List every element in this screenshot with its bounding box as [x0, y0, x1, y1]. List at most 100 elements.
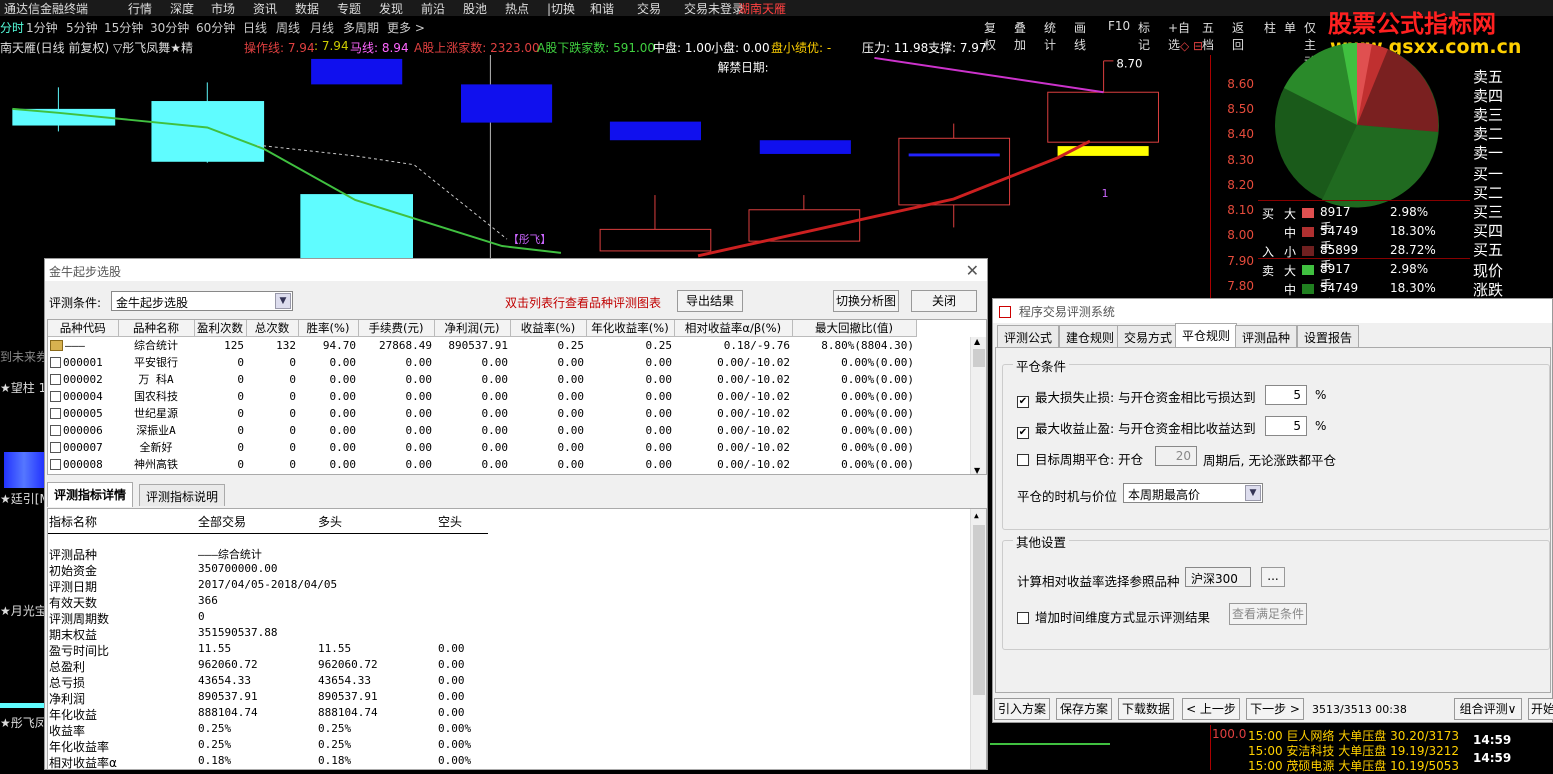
folder-icon[interactable]: [50, 340, 63, 352]
table-row[interactable]: 000004 国农科技 0 0 0.00 0.00 0.00 0.00 0.00 0.00/-10…: [48, 388, 916, 405]
candle: [1047, 91, 1159, 143]
menu-data[interactable]: 数据: [295, 0, 319, 16]
timing-select[interactable]: 本周期最高价 ▼: [1123, 483, 1263, 503]
period-15min[interactable]: 15分钟: [104, 19, 143, 36]
table-row[interactable]: 000005 世纪星源 0 0 0.00 0.00 0.00 0.00 0.00 0.00/-10…: [48, 405, 916, 422]
combo-test-button[interactable]: 组合评测∨: [1454, 698, 1522, 720]
switch-chart-button[interactable]: 切换分析图: [833, 290, 899, 312]
menu-stockpool[interactable]: 热点: [505, 0, 529, 16]
menu-frontier[interactable]: 股池: [463, 0, 487, 16]
dialog-title-bar[interactable]: 程序交易评测系统: [993, 299, 1552, 323]
period-5min[interactable]: 5分钟: [66, 19, 98, 36]
target-period-input[interactable]: 20: [1155, 446, 1197, 466]
menu-discover[interactable]: 发现: [379, 0, 403, 16]
target-period-checkbox[interactable]: 目标周期平仓: 开仓: [1017, 449, 1143, 468]
reference-input[interactable]: 沪深300: [1185, 567, 1251, 587]
col-header[interactable]: 相对收益率α/β(%): [674, 320, 793, 337]
table-row[interactable]: 000001 平安银行 0 0 0.00 0.00 0.00 0.00 0.00 0.00/-10…: [48, 354, 916, 371]
checkbox-icon[interactable]: [50, 459, 61, 470]
tab-close-rule[interactable]: 平仓规则: [1175, 323, 1238, 348]
table-row[interactable]: ——— 综合统计 125 132 94.70 27868.49 890537.91 0.25 0…: [48, 337, 916, 354]
menu-depth[interactable]: 深度: [170, 0, 194, 16]
tab-symbols[interactable]: 评测品种: [1235, 325, 1298, 347]
login-status[interactable]: 湖南天雁: [738, 0, 786, 16]
period-60min[interactable]: 60分钟: [196, 19, 235, 36]
col-header[interactable]: 盈利次数: [194, 320, 247, 337]
tab-description[interactable]: 评测指标说明: [139, 484, 226, 506]
close-icon[interactable]: ✕: [966, 261, 979, 280]
col-header[interactable]: 品种名称: [118, 320, 195, 337]
col-header[interactable]: 收益率(%): [510, 320, 587, 337]
table-row[interactable]: 000008 神州高铁 0 0 0.00 0.00 0.00 0.00 0.00 0.00/-10…: [48, 456, 916, 473]
col-header[interactable]: 最大回撤比(值): [792, 320, 917, 337]
tool-f10[interactable]: F10: [1108, 19, 1130, 33]
tool-back[interactable]: 返回: [1232, 19, 1244, 53]
col-header[interactable]: 总次数: [246, 320, 299, 337]
checkbox-icon[interactable]: [50, 408, 61, 419]
tool-single[interactable]: 单: [1284, 19, 1296, 36]
tool-bar[interactable]: 柱: [1264, 19, 1276, 36]
table-scrollbar[interactable]: ▲ ▼: [970, 337, 986, 474]
prev-step-button[interactable]: < 上一步: [1182, 698, 1240, 720]
period-monthly[interactable]: 月线: [310, 19, 334, 36]
stoploss-checkbox[interactable]: ✔ 最大损失止损: 与开仓资金相比亏损达到: [1017, 387, 1256, 408]
menu-news[interactable]: 资讯: [253, 0, 277, 16]
col-header[interactable]: 手续费(元): [358, 320, 435, 337]
period-intraday[interactable]: 分时: [0, 19, 24, 36]
table-row[interactable]: 000007 全新好 0 0 0.00 0.00 0.00 0.00 0.00 0.00/-10.…: [48, 439, 916, 456]
close-button[interactable]: 关闭: [911, 290, 977, 312]
tab-formula[interactable]: 评测公式: [997, 325, 1060, 347]
menu-industry[interactable]: 前沿: [421, 0, 445, 16]
menu-harmony[interactable]: 交易: [637, 0, 661, 16]
download-data-button[interactable]: 下载数据: [1118, 698, 1174, 720]
menu-quote[interactable]: 行情: [128, 0, 152, 16]
time-dimension-checkbox[interactable]: 增加时间维度方式显示评测结果: [1017, 607, 1210, 626]
condition-select[interactable]: 金牛起步选股 ▼: [111, 291, 293, 311]
ticker-row[interactable]: 15:00 茂硕电源 大单压盘 10.19/5053: [1248, 757, 1459, 774]
checkbox-icon[interactable]: [50, 391, 61, 402]
menu-trade[interactable]: 交易未登录: [684, 0, 744, 16]
period-1min[interactable]: 1分钟: [26, 19, 58, 36]
checkbox-icon[interactable]: [50, 374, 61, 385]
period-more[interactable]: 更多 >: [387, 19, 425, 36]
checkbox-icon[interactable]: [50, 357, 61, 368]
table-row[interactable]: 000002 万 科A 0 0 0.00 0.00 0.00 0.00 0.00 0.00/-10…: [48, 371, 916, 388]
view-conditions-button[interactable]: 查看满足条件: [1229, 603, 1307, 625]
table-row[interactable]: 000006 深振业A 0 0 0.00 0.00 0.00 0.00 0.00 0.00/-10…: [48, 422, 916, 439]
app-icon: [999, 306, 1011, 318]
menu-switch[interactable]: 和谐: [590, 0, 614, 16]
col-header[interactable]: 胜率(%): [298, 320, 359, 337]
takeprofit-checkbox[interactable]: ✔ 最大收益止盈: 与开仓资金相比收益达到: [1017, 418, 1256, 439]
import-plan-button[interactable]: 引入方案: [994, 698, 1050, 720]
period-weekly[interactable]: 周线: [276, 19, 300, 36]
dialog-title-bar[interactable]: 金牛起步选股: [45, 259, 987, 281]
save-plan-button[interactable]: 保存方案: [1056, 698, 1112, 720]
takeprofit-input[interactable]: 5: [1265, 416, 1307, 436]
browse-button[interactable]: ...: [1261, 567, 1285, 587]
detail-scrollbar[interactable]: ▲: [970, 509, 986, 769]
stoploss-input[interactable]: 5: [1265, 385, 1307, 405]
tab-detail[interactable]: 评测指标详情: [47, 482, 134, 507]
menu-market[interactable]: 市场: [211, 0, 235, 16]
checkbox-icon[interactable]: [50, 425, 61, 436]
next-step-button[interactable]: 下一步 >: [1246, 698, 1304, 720]
period-multi[interactable]: 多周期: [343, 19, 379, 36]
tab-open-rule[interactable]: 建仓规则: [1059, 325, 1122, 347]
price-tick: 7.80: [1227, 279, 1254, 293]
ask-level: 卖四: [1473, 87, 1504, 105]
col-header[interactable]: 年化收益率(%): [586, 320, 675, 337]
col-header[interactable]: 品种代码: [48, 320, 119, 337]
tab-report[interactable]: 设置报告: [1297, 325, 1360, 347]
tab-trade-mode[interactable]: 交易方式: [1117, 325, 1180, 347]
period-30min[interactable]: 30分钟: [150, 19, 189, 36]
period-daily[interactable]: 日线: [243, 19, 267, 36]
signal-number: 1: [1102, 187, 1109, 200]
col-header[interactable]: 净利润(元): [434, 320, 511, 337]
export-button[interactable]: 导出结果: [677, 290, 743, 312]
result-table[interactable]: 品种代码 品种名称 盈利次数 总次数 胜率(%) 手续费(元) 净利润(元) 收…: [47, 319, 987, 475]
checkbox-icon[interactable]: [50, 442, 61, 453]
menu-hot[interactable]: |切换: [547, 0, 575, 16]
start-button[interactable]: 开始: [1528, 698, 1553, 720]
menu-topic[interactable]: 专题: [337, 0, 361, 16]
diamond-icon[interactable]: ◇ ⊟: [1180, 39, 1203, 53]
